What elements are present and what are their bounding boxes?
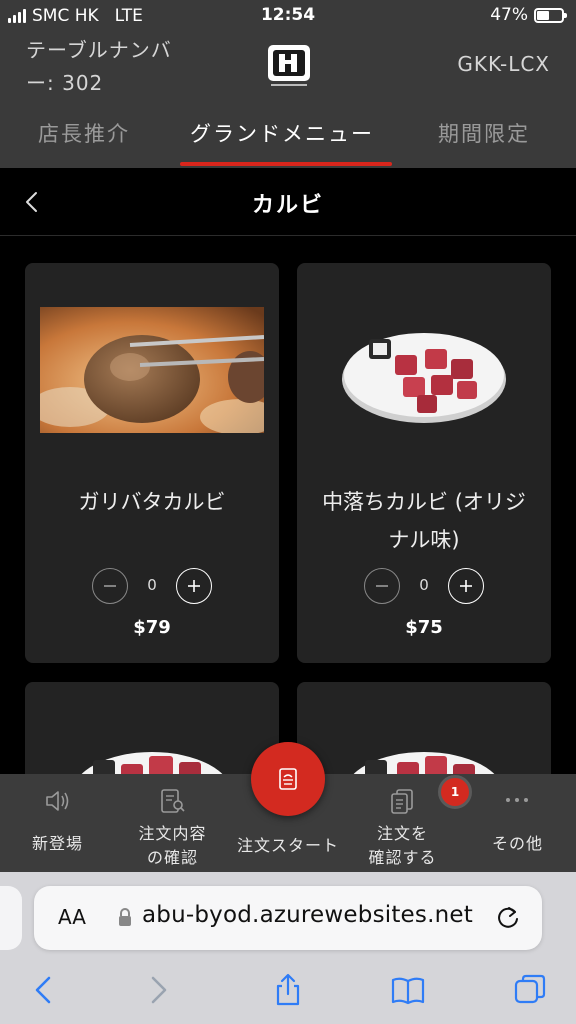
quantity-stepper: 0 (25, 566, 279, 606)
table-number: テーブルナンバー: 302 (26, 38, 172, 95)
more-dots-icon (506, 798, 528, 802)
start-order-label: 注文スタート (236, 836, 339, 855)
product-card[interactable]: 中落ちカルビ (オリジナル味) 0 $75 (297, 263, 551, 663)
order-sheet-icon (279, 768, 297, 790)
tab-limited-time[interactable]: 期間限定 (438, 118, 530, 148)
category-header: カルビ (0, 168, 576, 236)
more-button[interactable]: その他 (460, 774, 575, 872)
product-price: $75 (405, 617, 443, 638)
category-title: カルビ (251, 193, 324, 218)
increase-button[interactable] (448, 568, 484, 604)
more-label: その他 (491, 834, 543, 853)
confirm-order-label-line2: 確認する (368, 848, 437, 867)
url-text: abu-byod.azurewebsites.net (142, 902, 473, 928)
order-details-button[interactable]: 注文内容 の確認 (115, 774, 230, 872)
minus-icon (104, 585, 116, 587)
quantity-stepper: 0 (297, 566, 551, 606)
product-grid: ガリバタカルビ 0 $79 中落ちカルビ (オリジナル味) 0 $75 (0, 237, 576, 774)
status-bar: SMC HK LTE 12:54 47% (0, 0, 576, 32)
share-icon[interactable] (270, 972, 306, 1008)
diced-beef-plate-photo (353, 752, 495, 774)
product-name: 中落ちカルビ (オリジナル味) (322, 490, 526, 552)
gyukaku-logo-icon (268, 45, 310, 86)
minus-icon (376, 585, 388, 587)
decrease-button[interactable] (364, 568, 400, 604)
store-code: GKK-LCX (457, 52, 550, 76)
quantity-value: 0 (419, 576, 429, 594)
tab-manager-recommend[interactable]: 店長推介 (38, 118, 130, 148)
new-items-label: 新登場 (31, 834, 83, 853)
tab-grand-menu[interactable]: グランドメニュー (190, 118, 374, 148)
active-tab-indicator (180, 162, 392, 166)
product-card[interactable] (297, 682, 551, 774)
forward-arrow-icon[interactable] (140, 972, 176, 1008)
order-details-label-line2: の確認 (146, 848, 198, 867)
decrease-button[interactable] (92, 568, 128, 604)
start-order-button[interactable] (251, 742, 325, 816)
tabs-icon[interactable] (512, 972, 548, 1008)
plus-icon (188, 580, 200, 592)
document-search-icon (161, 789, 185, 813)
text-size-button[interactable]: AA (58, 905, 86, 929)
diced-beef-plate-photo (81, 752, 223, 774)
product-card[interactable] (25, 682, 279, 774)
browser-toolbar: AA abu-byod.azurewebsites.net (0, 872, 576, 1024)
confirm-order-label-line1: 注文を (376, 824, 428, 843)
order-details-label-line1: 注文内容 (138, 824, 207, 843)
plus-icon (460, 580, 472, 592)
product-price: $79 (133, 617, 171, 638)
previous-tab-preview[interactable] (0, 886, 22, 950)
menu-tabs: 店長推介 グランドメニュー 期間限定 (0, 110, 576, 168)
address-bar[interactable]: AA abu-byod.azurewebsites.net (34, 886, 542, 950)
app-header: テーブルナンバー: 302 GKK-LCX 店長推介 グランドメニュー 期間限定 (0, 32, 576, 168)
text-size-label: AA (58, 905, 86, 929)
grilled-beef-photo (40, 307, 264, 433)
product-name: ガリバタカルビ (78, 490, 226, 514)
quantity-value: 0 (147, 576, 157, 594)
new-items-button[interactable]: 新登場 (0, 774, 115, 872)
reload-icon[interactable] (494, 904, 522, 932)
increase-button[interactable] (176, 568, 212, 604)
speaker-icon (46, 791, 69, 811)
product-card[interactable]: ガリバタカルビ 0 $79 (25, 263, 279, 663)
battery-percent: 47% (490, 5, 528, 25)
diced-beef-plate-photo (342, 333, 506, 423)
documents-icon (391, 789, 413, 814)
lock-icon (119, 908, 131, 926)
bookmarks-icon[interactable] (390, 972, 426, 1008)
order-count-badge: 1 (438, 775, 472, 809)
back-arrow-icon[interactable] (26, 972, 62, 1008)
battery-icon (534, 7, 567, 23)
